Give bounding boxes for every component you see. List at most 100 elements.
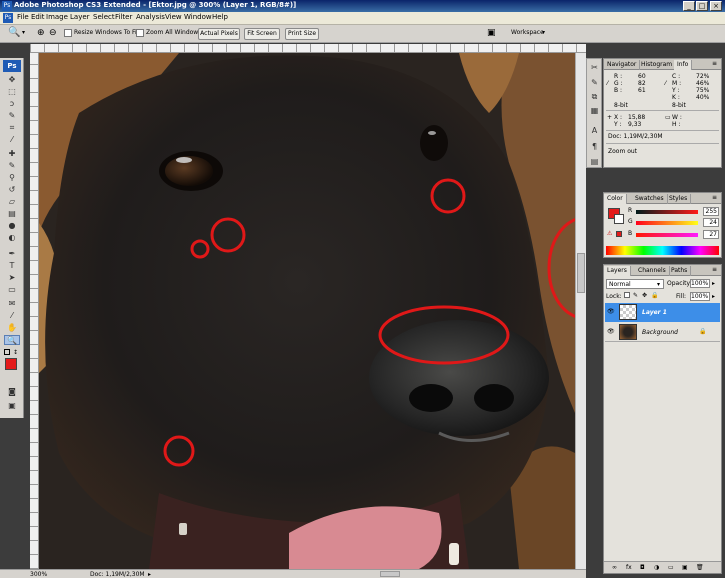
healing-brush-tool-icon[interactable]: ✚ — [4, 149, 20, 159]
zoom-tool-icon[interactable]: 🔍 — [4, 335, 20, 345]
panel-menu-icon[interactable]: ≡ — [712, 60, 717, 67]
layer-mask-icon[interactable]: ◘ — [640, 564, 645, 571]
gamut-swatch[interactable] — [616, 231, 622, 237]
pen-tool-icon[interactable]: ✒ — [4, 249, 20, 259]
tab-swatches[interactable]: Swatches — [632, 194, 668, 204]
b-slider[interactable] — [636, 233, 698, 237]
scrollbar-thumb[interactable] — [577, 253, 585, 293]
tab-histogram[interactable]: Histogram — [638, 60, 677, 70]
menu-layer[interactable]: Layer — [70, 13, 90, 21]
menu-edit[interactable]: Edit — [31, 13, 45, 21]
hand-tool-icon[interactable]: ✋ — [4, 323, 20, 333]
lock-transparency-icon[interactable] — [624, 292, 630, 298]
chevron-down-icon[interactable]: ▾ — [542, 29, 545, 36]
move-tool-icon[interactable]: ✥ — [4, 75, 20, 85]
menu-window[interactable]: Window — [184, 13, 212, 21]
eraser-tool-icon[interactable]: ▱ — [4, 197, 20, 207]
menu-image[interactable]: Image — [46, 13, 68, 21]
chevron-right-icon[interactable]: ▸ — [712, 280, 715, 287]
eyedropper-tool-icon-2[interactable]: ⁄ — [4, 311, 20, 321]
zoom-out-icon[interactable]: ⊖ — [49, 28, 57, 38]
r-slider[interactable] — [636, 210, 698, 214]
canvas-image[interactable] — [39, 53, 575, 569]
character-icon[interactable]: A — [589, 125, 600, 136]
layer-row[interactable]: 👁 Layer 1 — [605, 303, 720, 322]
link-layers-icon[interactable]: ∞ — [612, 564, 617, 571]
delete-layer-icon[interactable]: 🗑 — [696, 564, 704, 571]
eyedropper-tool-icon[interactable]: ⁄ — [4, 135, 20, 145]
panel-menu-icon[interactable]: ≡ — [712, 266, 717, 273]
dodge-tool-icon[interactable]: ◐ — [4, 233, 20, 243]
chevron-down-icon[interactable]: ▾ — [22, 29, 25, 36]
close-icon[interactable]: × — [710, 1, 722, 11]
resize-windows-checkbox[interactable] — [64, 29, 72, 37]
opacity-input[interactable]: 100% — [690, 279, 710, 288]
arrow-right-icon[interactable]: ▸ — [148, 571, 151, 578]
shape-tool-icon[interactable]: ▭ — [4, 285, 20, 295]
g-slider[interactable] — [636, 221, 698, 225]
tab-navigator[interactable]: Navigator — [604, 60, 641, 70]
quick-select-tool-icon[interactable]: ✎ — [4, 111, 20, 121]
notes-panel-icon[interactable]: ▤ — [589, 156, 600, 167]
lock-position-icon[interactable]: ✥ — [642, 292, 647, 299]
tools-presets-icon[interactable]: ✂ — [589, 62, 600, 73]
paragraph-icon[interactable]: ¶ — [589, 141, 600, 152]
tab-paths[interactable]: Paths — [668, 266, 692, 276]
layer-style-icon[interactable]: fx — [626, 564, 632, 571]
g-value[interactable]: 24 — [703, 218, 719, 227]
clone-stamp-tool-icon[interactable]: ⚲ — [4, 173, 20, 183]
zoom-level[interactable]: 300% — [30, 571, 47, 578]
screen-mode-icon[interactable]: ▣ — [4, 401, 20, 411]
tab-channels[interactable]: Channels — [635, 266, 670, 276]
type-tool-icon[interactable]: T — [4, 261, 20, 271]
b-value[interactable]: 27 — [703, 230, 719, 239]
horizontal-scrollbar-thumb[interactable] — [380, 571, 400, 577]
ruler-horizontal[interactable] — [30, 44, 586, 53]
quick-mask-icon[interactable]: ◙ — [4, 387, 20, 397]
zoom-tool-preset-icon[interactable]: 🔍 — [8, 27, 20, 38]
history-brush-tool-icon[interactable]: ↺ — [4, 185, 20, 195]
vertical-scrollbar[interactable] — [575, 53, 586, 569]
swap-colors-icon[interactable]: ↕ — [13, 349, 18, 356]
r-value[interactable]: 255 — [703, 207, 719, 216]
lasso-tool-icon[interactable]: ↄ — [4, 99, 20, 109]
menu-select[interactable]: Select — [93, 13, 115, 21]
zoom-in-icon[interactable]: ⊕ — [37, 28, 45, 38]
tab-color[interactable]: Color — [604, 194, 627, 204]
maximize-icon[interactable]: □ — [696, 1, 708, 11]
default-colors-icon[interactable] — [4, 349, 10, 355]
layer-name[interactable]: Background — [642, 329, 678, 336]
visibility-eye-icon[interactable]: 👁 — [607, 328, 615, 335]
tab-layers[interactable]: Layers — [604, 266, 631, 276]
tab-styles[interactable]: Styles — [666, 194, 692, 204]
adjustment-layer-icon[interactable]: ◑ — [654, 564, 659, 571]
ps-menu-icon[interactable]: Ps — [3, 13, 13, 23]
new-group-icon[interactable]: ▭ — [668, 564, 674, 571]
history-icon[interactable]: ⧉ — [589, 91, 600, 102]
foreground-color-swatch[interactable] — [5, 358, 17, 370]
crop-tool-icon[interactable]: ⌗ — [4, 123, 20, 133]
clone-source-icon[interactable]: ▦ — [589, 105, 600, 116]
visibility-eye-icon[interactable]: 👁 — [607, 308, 615, 315]
workspace-menu[interactable]: Workspace — [511, 29, 544, 36]
fit-screen-button[interactable]: Fit Screen — [244, 28, 280, 40]
lock-pixels-icon[interactable]: ✎ — [633, 292, 638, 299]
menu-file[interactable]: File — [17, 13, 29, 21]
notes-tool-icon[interactable]: ✉ — [4, 299, 20, 309]
menu-analysis[interactable]: Analysis — [136, 13, 165, 21]
panel-menu-icon[interactable]: ≡ — [712, 194, 717, 201]
marquee-tool-icon[interactable]: ⬚ — [4, 87, 20, 97]
bridge-icon[interactable]: ▣ — [487, 28, 496, 38]
gradient-tool-icon[interactable]: ▤ — [4, 209, 20, 219]
actual-pixels-button[interactable]: Actual Pixels — [198, 28, 240, 40]
layer-row[interactable]: 👁 Background 🔒 — [605, 323, 720, 342]
menu-help[interactable]: Help — [212, 13, 228, 21]
new-layer-icon[interactable]: ▣ — [682, 564, 688, 571]
blur-tool-icon[interactable]: ● — [4, 221, 20, 231]
print-size-button[interactable]: Print Size — [285, 28, 319, 40]
color-ramp[interactable] — [606, 246, 719, 255]
path-selection-tool-icon[interactable]: ➤ — [4, 273, 20, 283]
menu-filter[interactable]: Filter — [115, 13, 132, 21]
tab-info[interactable]: Info — [674, 60, 693, 70]
ruler-vertical[interactable] — [30, 53, 39, 569]
